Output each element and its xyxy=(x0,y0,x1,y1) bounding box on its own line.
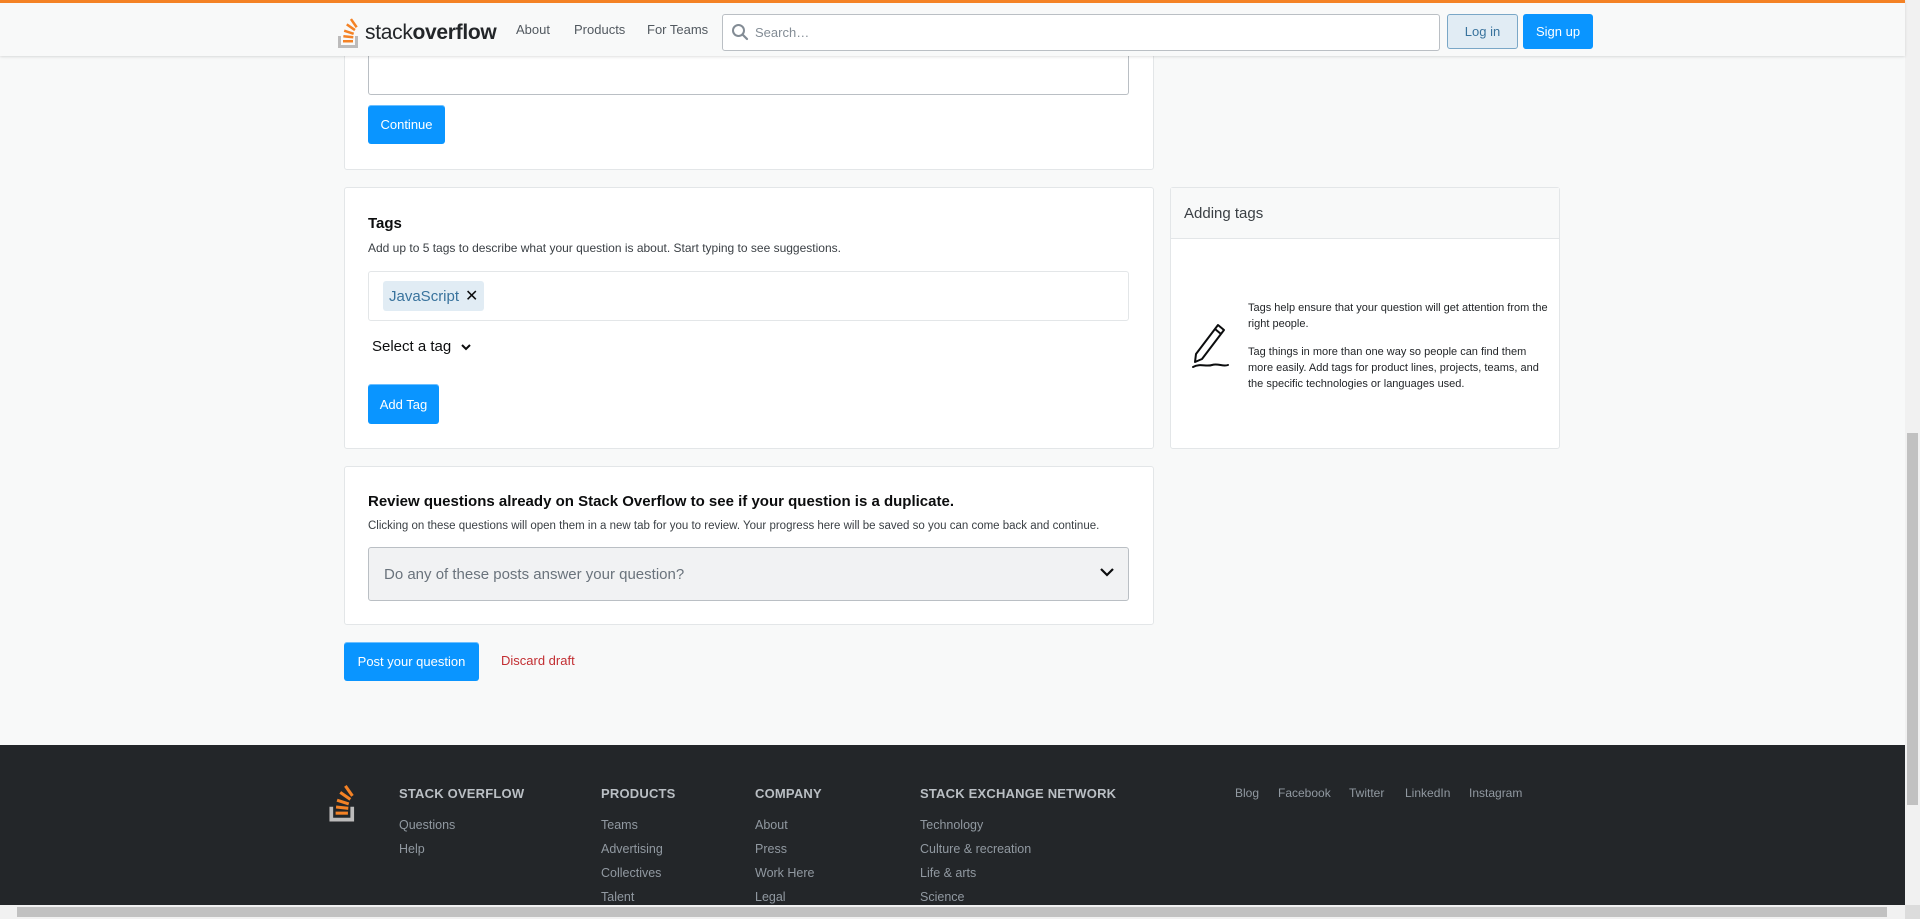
tag-chip-label: JavaScript xyxy=(389,287,460,305)
continue-button[interactable]: Continue xyxy=(368,105,445,144)
tags-description: Add up to 5 tags to describe what your q… xyxy=(368,241,841,255)
footer-link-collectives[interactable]: Collectives xyxy=(601,866,661,880)
duplicate-title: Review questions already on Stack Overfl… xyxy=(368,493,954,510)
footer-heading-company[interactable]: COMPANY xyxy=(755,786,822,801)
footer-social-instagram[interactable]: Instagram xyxy=(1469,786,1522,800)
search-box xyxy=(722,14,1440,51)
footer-social-blog[interactable]: Blog xyxy=(1235,786,1259,800)
vertical-scrollbar[interactable] xyxy=(1905,0,1920,905)
footer-link-culture-recreation[interactable]: Culture & recreation xyxy=(920,842,1031,856)
site-logo[interactable]: stackoverflow xyxy=(336,14,497,48)
footer-link-technology[interactable]: Technology xyxy=(920,818,983,832)
remove-tag-icon[interactable]: ✕ xyxy=(465,286,478,306)
footer-heading-products[interactable]: PRODUCTS xyxy=(601,786,676,801)
add-tag-button[interactable]: Add Tag xyxy=(368,384,439,424)
sidebar-paragraph-2: Tag things in more than one way so peopl… xyxy=(1248,346,1539,390)
footer-social-facebook[interactable]: Facebook xyxy=(1278,786,1331,800)
duplicate-posts-dropdown[interactable]: Do any of these posts answer your questi… xyxy=(368,547,1129,601)
duplicate-dropdown-placeholder: Do any of these posts answer your questi… xyxy=(384,566,685,583)
select-tag-dropdown[interactable]: Select a tag xyxy=(372,338,471,355)
sidebar-title: Adding tags xyxy=(1171,188,1559,239)
nav-products[interactable]: Products xyxy=(574,22,625,37)
adding-tags-sidebar: Adding tags Tags help ensure that your q… xyxy=(1170,187,1560,449)
footer-social-linkedin[interactable]: LinkedIn xyxy=(1405,786,1450,800)
pencil-icon xyxy=(1192,324,1229,368)
footer-link-teams[interactable]: Teams xyxy=(601,818,638,832)
site-footer: STACK OVERFLOW Questions Help PRODUCTS T… xyxy=(0,745,1905,905)
duplicate-review-card xyxy=(344,466,1154,625)
horizontal-scrollbar-thumb[interactable] xyxy=(17,907,1887,917)
scrollbar-corner xyxy=(1905,905,1920,919)
footer-link-help[interactable]: Help xyxy=(399,842,425,856)
duplicate-description: Clicking on these questions will open th… xyxy=(368,520,1100,532)
footer-link-science[interactable]: Science xyxy=(920,890,964,904)
footer-link-life-arts[interactable]: Life & arts xyxy=(920,866,976,880)
footer-heading-stack-exchange-network[interactable]: STACK EXCHANGE NETWORK xyxy=(920,786,1116,801)
horizontal-scrollbar[interactable] xyxy=(0,905,1905,919)
search-input[interactable] xyxy=(755,22,1425,43)
footer-social-twitter[interactable]: Twitter xyxy=(1349,786,1384,800)
select-tag-label: Select a tag xyxy=(372,338,452,355)
nav-for-teams[interactable]: For Teams xyxy=(647,22,708,37)
tag-chip: JavaScript ✕ xyxy=(383,281,485,311)
tags-input[interactable]: JavaScript ✕ xyxy=(368,271,1129,321)
vertical-scrollbar-thumb[interactable] xyxy=(1907,433,1918,805)
chevron-down-icon xyxy=(1100,568,1114,577)
tags-title: Tags xyxy=(368,215,402,232)
nav-about[interactable]: About xyxy=(516,22,550,37)
footer-link-legal[interactable]: Legal xyxy=(755,890,786,904)
footer-heading-stack-overflow[interactable]: STACK OVERFLOW xyxy=(399,786,524,801)
stack-overflow-logo-icon[interactable] xyxy=(327,784,359,822)
discard-draft-link[interactable]: Discard draft xyxy=(501,653,575,668)
login-button[interactable]: Log in xyxy=(1447,14,1518,49)
footer-link-about[interactable]: About xyxy=(755,818,788,832)
footer-link-advertising[interactable]: Advertising xyxy=(601,842,663,856)
top-bar: stackoverflow About Products For Teams L… xyxy=(0,0,1905,56)
stack-overflow-logo-icon xyxy=(338,18,358,48)
footer-link-talent[interactable]: Talent xyxy=(601,890,634,904)
logo-text: stackoverflow xyxy=(365,21,497,44)
footer-link-press[interactable]: Press xyxy=(755,842,787,856)
search-icon xyxy=(732,24,749,41)
footer-link-questions[interactable]: Questions xyxy=(399,818,455,832)
post-question-button[interactable]: Post your question xyxy=(344,642,479,681)
sidebar-paragraph-1: Tags help ensure that your question will… xyxy=(1248,302,1548,330)
footer-link-work-here[interactable]: Work Here xyxy=(755,866,815,880)
chevron-down-icon xyxy=(461,343,471,350)
signup-button[interactable]: Sign up xyxy=(1523,14,1593,49)
